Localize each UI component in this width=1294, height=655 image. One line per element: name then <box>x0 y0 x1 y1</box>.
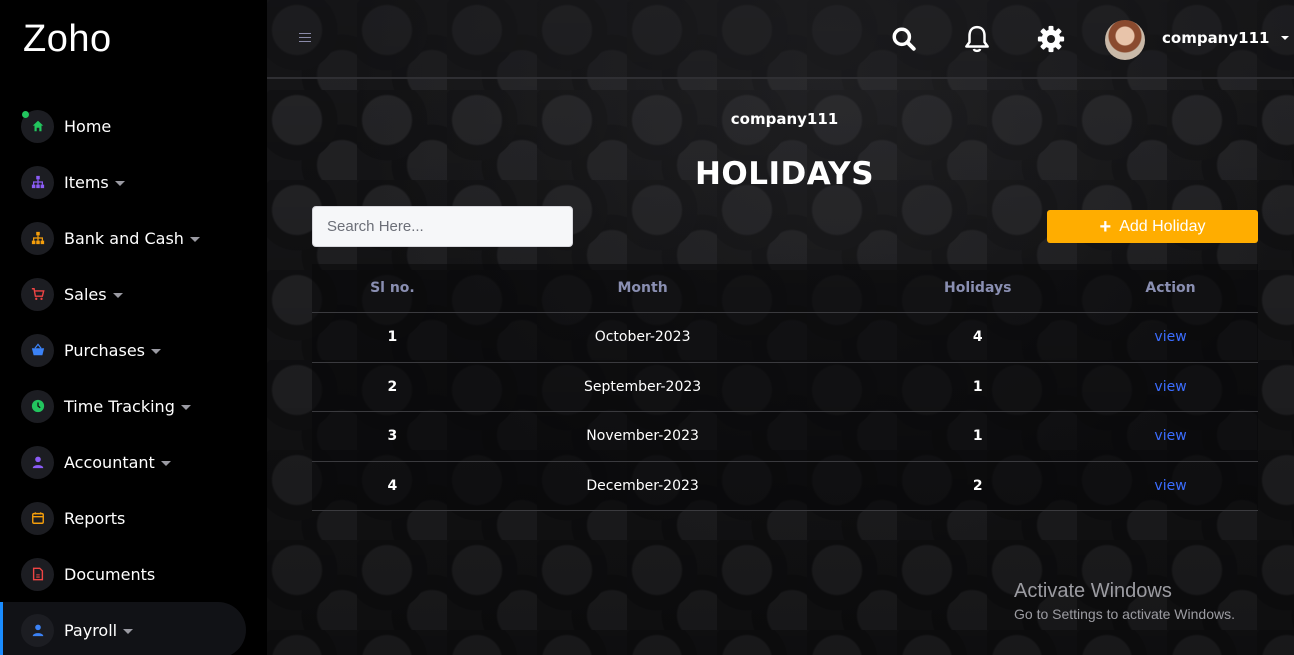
chevron-down-icon <box>123 628 134 634</box>
home-icon <box>21 109 54 143</box>
view-link[interactable]: view <box>1083 379 1258 395</box>
document-icon <box>21 557 54 591</box>
cell-sl-no: 1 <box>387 329 398 346</box>
sidebar-item-label: Sales <box>64 284 107 304</box>
sidebar-item-label: Reports <box>64 508 126 528</box>
cell-holidays: 2 <box>972 477 983 494</box>
sidebar-item-documents[interactable]: Documents <box>0 546 267 602</box>
cell-month: December-2023 <box>586 477 699 494</box>
top-bar: company111 <box>267 0 1294 79</box>
sidebar-item-home[interactable]: Home <box>0 98 267 154</box>
windows-activation-watermark: Activate Windows Go to Settings to activ… <box>1014 580 1235 622</box>
chevron-down-icon <box>151 348 161 354</box>
plus-icon: + <box>1099 215 1112 238</box>
main-content: company111 company111 HOLIDAYS + Add Hol… <box>267 0 1294 655</box>
chevron-down-icon <box>1280 36 1289 40</box>
sidebar-item-label: Bank and Cash <box>64 228 184 248</box>
chevron-down-icon <box>160 460 171 466</box>
basket-icon <box>21 333 54 367</box>
user-icon <box>21 445 54 479</box>
sidebar-nav: Home Items Bank and Cash Sales Purchases… <box>0 98 267 655</box>
avatar[interactable] <box>1105 20 1145 60</box>
column-header-sl-no[interactable]: Sl no. <box>312 280 473 296</box>
cell-holidays: 1 <box>972 428 983 445</box>
column-header-month[interactable]: Month <box>473 280 813 296</box>
sidebar-item-accountant[interactable]: Accountant <box>0 434 267 490</box>
sidebar-item-payroll[interactable]: Payroll <box>0 602 246 655</box>
column-header-action[interactable]: Action <box>1083 280 1258 296</box>
chevron-down-icon <box>189 236 200 242</box>
cell-holidays: 4 <box>972 329 983 346</box>
online-indicator <box>22 110 29 118</box>
sidebar-item-time-tracking[interactable]: Time Tracking <box>0 378 267 434</box>
username-label: company111 <box>1162 29 1270 47</box>
sidebar-item-sales[interactable]: Sales <box>0 266 267 322</box>
page-title: HOLIDAYS <box>694 156 875 192</box>
watermark-title: Activate Windows <box>1014 580 1172 602</box>
holidays-table: Sl no. Month Holidays Action 1 October-2… <box>312 264 1258 511</box>
table-row: 2 September-2023 1 view <box>312 363 1258 412</box>
cell-month: November-2023 <box>586 428 699 445</box>
sidebar-item-label: Time Tracking <box>64 396 175 416</box>
chevron-down-icon <box>114 180 125 186</box>
bell-icon[interactable] <box>962 22 992 56</box>
sidebar-item-label: Home <box>64 116 112 136</box>
view-link[interactable]: view <box>1083 329 1258 345</box>
sidebar-item-label: Accountant <box>64 452 155 472</box>
search-icon[interactable] <box>889 22 919 56</box>
user-icon <box>21 613 54 647</box>
sidebar: Zoho Home Items Bank and Cash Sales Purc… <box>0 0 267 655</box>
chevron-down-icon <box>180 404 191 410</box>
add-holiday-button[interactable]: + Add Holiday <box>1047 210 1258 243</box>
cell-sl-no: 3 <box>387 428 398 445</box>
watermark-subtitle: Go to Settings to activate Windows. <box>1014 606 1235 622</box>
sitemap-icon <box>21 165 54 199</box>
table-row: 4 December-2023 2 view <box>312 462 1258 511</box>
company-name: company111 <box>730 110 839 128</box>
gear-icon[interactable] <box>1036 22 1066 56</box>
sidebar-item-items[interactable]: Items <box>0 154 267 210</box>
menu-toggle-icon[interactable] <box>299 33 311 42</box>
table-row: 3 November-2023 1 view <box>312 412 1258 462</box>
add-holiday-label: Add Holiday <box>1119 217 1206 235</box>
sidebar-item-reports[interactable]: Reports <box>0 490 267 546</box>
chevron-down-icon <box>112 292 123 298</box>
column-header-holidays[interactable]: Holidays <box>872 280 1083 296</box>
sitemap-icon <box>21 221 54 255</box>
view-link[interactable]: view <box>1083 478 1258 494</box>
cell-month: October-2023 <box>594 329 691 346</box>
cart-icon <box>21 277 54 311</box>
table-header-row: Sl no. Month Holidays Action <box>312 264 1258 313</box>
sidebar-item-label: Items <box>64 172 109 192</box>
view-link[interactable]: view <box>1083 428 1258 444</box>
sidebar-item-label: Payroll <box>64 620 118 640</box>
cell-sl-no: 2 <box>387 378 398 395</box>
sidebar-item-label: Purchases <box>64 340 145 360</box>
sidebar-item-bank-and-cash[interactable]: Bank and Cash <box>0 210 267 266</box>
cell-sl-no: 4 <box>387 477 398 494</box>
clock-icon <box>21 389 54 423</box>
cell-month: September-2023 <box>584 378 702 395</box>
table-row: 1 October-2023 4 view <box>312 313 1258 363</box>
brand-logo[interactable]: Zoho <box>23 18 112 61</box>
search-input[interactable] <box>312 206 573 247</box>
calendar-icon <box>21 501 54 535</box>
sidebar-item-label: Documents <box>64 564 156 584</box>
user-menu[interactable]: company111 <box>1162 29 1289 47</box>
cell-holidays: 1 <box>972 378 983 395</box>
sidebar-item-purchases[interactable]: Purchases <box>0 322 267 378</box>
